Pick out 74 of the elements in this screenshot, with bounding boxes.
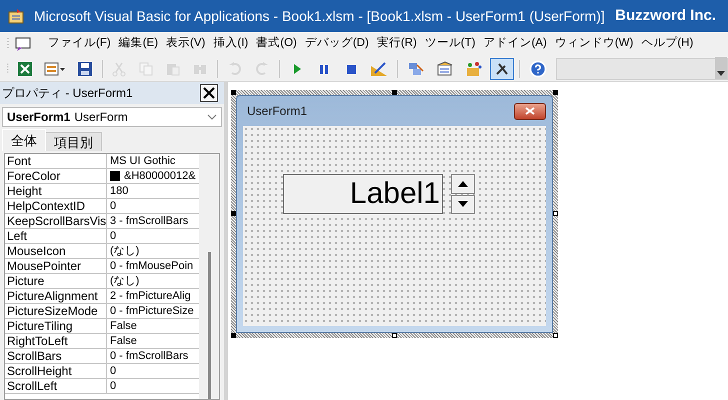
property-value: 0: [110, 364, 116, 378]
menu-item[interactable]: 書式(O): [252, 35, 301, 53]
form-icon: [14, 36, 32, 52]
resize-handle[interactable]: [392, 90, 397, 95]
resize-handle[interactable]: [553, 211, 558, 216]
menu-item[interactable]: 挿入(I): [209, 35, 252, 53]
property-value: False: [110, 334, 137, 348]
brand-label: Buzzword Inc.: [615, 6, 717, 26]
property-value: (なし): [110, 244, 140, 258]
object-name: UserForm1: [7, 109, 70, 126]
property-value: False: [110, 319, 137, 333]
property-name: Picture: [5, 274, 107, 288]
close-button[interactable]: [514, 102, 546, 120]
toolbox-tool-icon[interactable]: [490, 58, 514, 80]
form-title: UserForm1: [247, 103, 308, 120]
property-name: ForeColor: [5, 169, 107, 183]
menu-item[interactable]: 実行(R): [372, 35, 421, 53]
resize-handle[interactable]: [553, 90, 558, 95]
property-value: 180: [110, 184, 128, 198]
label-text: Label1: [350, 179, 440, 209]
property-tab[interactable]: 項目別: [46, 132, 102, 151]
property-name: Height: [5, 184, 107, 198]
panel-title: プロパティ - UserForm1: [2, 85, 133, 102]
property-name: Left: [5, 229, 107, 243]
resize-handle[interactable]: [553, 333, 558, 338]
close-button[interactable]: [200, 84, 218, 102]
close-icon: [203, 87, 215, 99]
menu-item[interactable]: ファイル(F): [44, 35, 115, 53]
property-value: 0: [110, 199, 116, 213]
menu-item[interactable]: 編集(E): [114, 35, 162, 53]
property-value: 0: [110, 379, 116, 393]
property-name: Font: [5, 154, 107, 168]
menu-item[interactable]: ヘルプ(H): [637, 35, 698, 53]
close-icon: [525, 107, 535, 115]
property-value: 0: [110, 229, 116, 243]
menu-item[interactable]: ウィンドウ(W): [550, 35, 638, 53]
object-type: UserForm: [74, 109, 128, 126]
property-name: MousePointer: [5, 259, 107, 273]
property-name: PictureTiling: [5, 319, 107, 333]
property-name: PictureSizeMode: [5, 304, 107, 318]
property-value: &H80000012&: [124, 169, 196, 183]
menu-item[interactable]: アドイン(A): [479, 35, 551, 53]
chevron-down-icon: [716, 70, 725, 76]
app-icon: [8, 8, 26, 24]
property-value: MS UI Gothic: [110, 154, 176, 168]
arrow-down-icon: [458, 201, 468, 208]
property-name: PictureAlignment: [5, 289, 107, 303]
property-name: ScrollBars: [5, 349, 107, 363]
arrow-up-icon: [458, 180, 468, 187]
property-name: MouseIcon: [5, 244, 107, 258]
spin-button[interactable]: [451, 174, 475, 214]
property-name: KeepScrollBarsVis: [5, 214, 107, 228]
resize-handle[interactable]: [231, 90, 236, 95]
label-control[interactable]: Label1: [283, 174, 443, 214]
property-name: HelpContextID: [5, 199, 107, 213]
property-value: (なし): [110, 274, 140, 288]
property-value: 0 - fmPictureSize: [110, 304, 194, 318]
property-value: 3 - fmScrollBars: [110, 214, 188, 228]
resize-handle[interactable]: [231, 333, 236, 338]
property-tab[interactable]: 全体: [2, 129, 46, 151]
property-value: 0 - fmScrollBars: [110, 349, 188, 363]
property-value: 2 - fmPictureAlig: [110, 289, 191, 303]
resize-handle[interactable]: [231, 211, 236, 216]
menu-item[interactable]: 表示(V): [162, 35, 210, 53]
chevron-down-icon: [207, 114, 217, 120]
property-name: RightToLeft: [5, 334, 107, 348]
property-name: ScrollHeight: [5, 364, 107, 378]
menu-item[interactable]: デバッグ(D): [300, 35, 373, 53]
menu-item[interactable]: ツール(T): [420, 35, 480, 53]
property-value: 0 - fmMousePoin: [110, 259, 194, 273]
object-selector[interactable]: UserForm1 UserForm: [2, 107, 222, 127]
property-name: ScrollLeft: [5, 379, 107, 393]
window-title: Microsoft Visual Basic for Applications - Book1.xlsm - [Book1.xlsm - UserForm1 (UserForm)]: [34, 6, 605, 26]
resize-handle[interactable]: [392, 333, 397, 338]
